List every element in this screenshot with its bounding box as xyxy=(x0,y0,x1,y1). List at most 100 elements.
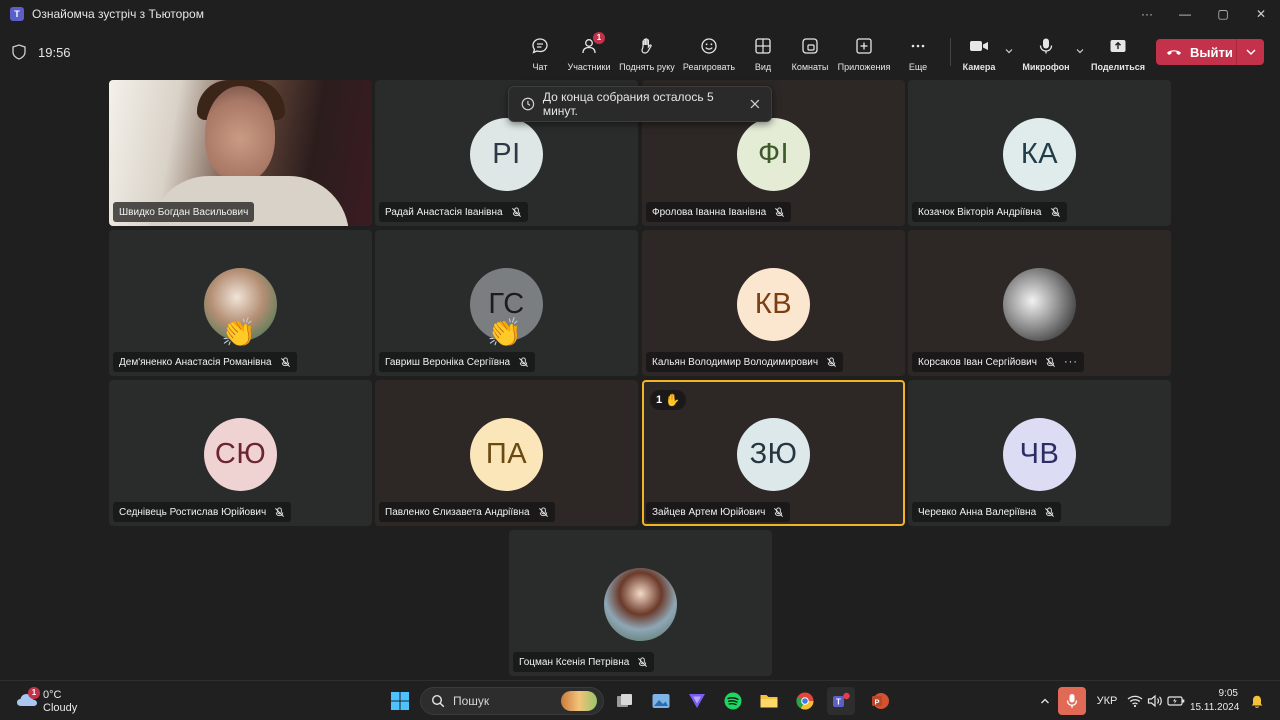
teams-app[interactable]: T xyxy=(827,687,855,715)
mic-off-icon xyxy=(511,206,521,217)
taskbar-clock[interactable]: 9:05 15.11.2024 xyxy=(1190,687,1240,715)
participants-button[interactable]: 1 Участники xyxy=(558,32,620,74)
mic-options-chevron-icon[interactable] xyxy=(1075,46,1085,56)
wifi-icon[interactable] xyxy=(1127,691,1143,711)
raised-hand-badge: 1 ✋ xyxy=(650,390,687,410)
share-button[interactable]: Поделиться xyxy=(1087,32,1149,74)
weather-badge: 1 xyxy=(28,687,40,699)
participant-photo-avatar xyxy=(604,568,677,641)
svg-text:T: T xyxy=(836,698,841,707)
more-button[interactable]: Еще xyxy=(887,32,949,74)
participant-name: Кальян Володимир Володимирович xyxy=(652,356,819,368)
participant-name: Дем'яненко Анастасія Романівна xyxy=(119,356,272,368)
mic-off-icon xyxy=(538,506,548,517)
participant-name: Радай Анастасія Іванівна xyxy=(385,206,503,218)
participant-name-tag: Радай Анастасія Іванівна xyxy=(379,202,528,222)
more-label: Еще xyxy=(908,62,928,72)
microphone-in-use-indicator[interactable] xyxy=(1058,687,1086,715)
participant-tile[interactable]: ГС 👏 Гавриш Вероніка Сергіївна xyxy=(375,230,638,376)
raised-hand-order: 1 xyxy=(656,394,663,406)
notification-bell-icon[interactable] xyxy=(1249,691,1265,711)
search-icon xyxy=(431,694,445,708)
vpn-app[interactable] xyxy=(683,687,711,715)
teams-icon: T xyxy=(833,692,850,707)
volume-icon[interactable] xyxy=(1147,691,1163,711)
apps-button[interactable]: Приложения xyxy=(833,32,895,74)
chat-label: Чат xyxy=(532,62,548,72)
weather-condition: Cloudy xyxy=(43,702,78,714)
minimize-button[interactable]: — xyxy=(1166,7,1204,21)
task-view-icon xyxy=(617,694,632,707)
participant-tile[interactable]: ПА Павленко Єлизавета Андріївна xyxy=(375,380,638,526)
participant-avatar: ФІ xyxy=(737,118,810,191)
participant-tile[interactable]: 👏 Дем'яненко Анастасія Романівна xyxy=(109,230,372,376)
participant-tile[interactable]: КА Козачок Вікторія Андріївна xyxy=(908,80,1171,226)
taskbar-search[interactable]: Пошук xyxy=(420,687,604,715)
weather-widget[interactable]: 1 0°C Cloudy xyxy=(16,687,86,717)
camera-options-chevron-icon[interactable] xyxy=(1004,46,1014,56)
weather-temperature: 0°C xyxy=(43,689,62,701)
start-button[interactable] xyxy=(386,687,414,715)
participant-name-tag: Кальян Володимир Володимирович xyxy=(646,352,844,372)
participant-avatar: КА xyxy=(1003,118,1076,191)
folder-icon xyxy=(760,695,778,708)
window-title: Ознайомча зустріч з Тьютором xyxy=(32,7,204,21)
leave-button[interactable]: Выйти xyxy=(1156,39,1236,65)
participant-tile[interactable]: Корсаков Іван Сергійович ··· xyxy=(908,230,1171,376)
microphone-button[interactable]: Микрофон xyxy=(1015,32,1077,74)
video-face xyxy=(205,86,275,182)
microphone-icon xyxy=(1036,36,1056,56)
participant-tile[interactable]: СЮ Седнівець Ростислав Юрійович xyxy=(109,380,372,526)
more-icon xyxy=(908,36,928,56)
leave-options-button[interactable] xyxy=(1237,39,1264,65)
window-titlebar: T Ознайомча зустріч з Тьютором ··· — ▢ ✕ xyxy=(0,0,1280,28)
powerpoint-app[interactable]: P xyxy=(866,687,894,715)
participant-tile[interactable]: Швидко Богдан Васильович xyxy=(109,80,372,226)
participant-name: Швидко Богдан Васильович xyxy=(119,206,249,218)
hand-icon xyxy=(637,36,657,56)
windows-taskbar: 1 0°C Cloudy Пошук T P УКР 9:05 15.11.20… xyxy=(0,680,1280,720)
spotify-app[interactable] xyxy=(719,687,747,715)
photos-app[interactable] xyxy=(647,687,675,715)
window-more-button[interactable]: ··· xyxy=(1128,7,1166,21)
mic-off-icon xyxy=(774,506,784,517)
participant-name-tag: Дем'яненко Анастасія Романівна xyxy=(113,352,297,372)
participant-tile[interactable]: КВ Кальян Володимир Володимирович xyxy=(642,230,905,376)
camera-button[interactable]: Камера xyxy=(948,32,1010,74)
participant-avatar: РІ xyxy=(470,118,543,191)
maximize-button[interactable]: ▢ xyxy=(1204,7,1242,21)
file-explorer-app[interactable] xyxy=(755,687,783,715)
close-icon[interactable] xyxy=(749,98,761,110)
svg-text:P: P xyxy=(874,697,879,706)
rooms-label: Комнаты xyxy=(791,62,829,72)
clap-reaction-icon: 👏 xyxy=(221,317,256,348)
vpn-icon xyxy=(689,694,705,708)
task-view-button[interactable] xyxy=(611,687,639,715)
chrome-app[interactable] xyxy=(791,687,819,715)
share-label: Поделиться xyxy=(1090,62,1145,72)
participant-tile[interactable]: Гоцман Ксенія Петрівна xyxy=(509,530,772,676)
mic-off-icon xyxy=(280,356,290,367)
raise-hand-button[interactable]: Поднять руку xyxy=(616,32,678,74)
battery-icon[interactable] xyxy=(1167,691,1185,711)
participant-name-tag: Корсаков Іван Сергійович ··· xyxy=(912,352,1084,372)
keyboard-language[interactable]: УКР xyxy=(1094,691,1120,711)
participant-avatar: ЗЮ xyxy=(737,418,810,491)
participant-more-button[interactable]: ··· xyxy=(1064,356,1078,368)
people-icon: 1 xyxy=(579,32,605,56)
raise-hand-label: Поднять руку xyxy=(619,62,675,72)
participant-name: Седнівець Ростислав Юрійович xyxy=(119,506,267,518)
participant-tile[interactable]: ЧВ Черевко Анна Валеріївна xyxy=(908,380,1171,526)
clock-date: 15.11.2024 xyxy=(1190,702,1240,713)
react-button[interactable]: Реагировать xyxy=(678,32,740,74)
rooms-button[interactable]: Комнаты xyxy=(779,32,841,74)
mic-off-icon xyxy=(519,356,529,367)
participant-name-tag: Гоцман Ксенія Петрівна xyxy=(513,652,655,672)
participant-name: Гоцман Ксенія Петрівна xyxy=(519,656,630,668)
participant-tile-active-speaker[interactable]: 1 ✋ ЗЮ Зайцев Артем Юрійович xyxy=(642,380,905,526)
close-window-button[interactable]: ✕ xyxy=(1242,7,1280,21)
show-hidden-icons-button[interactable] xyxy=(1038,691,1052,711)
camera-label: Камера xyxy=(962,62,996,72)
plus-icon xyxy=(854,36,874,56)
mic-off-icon xyxy=(1050,206,1060,217)
